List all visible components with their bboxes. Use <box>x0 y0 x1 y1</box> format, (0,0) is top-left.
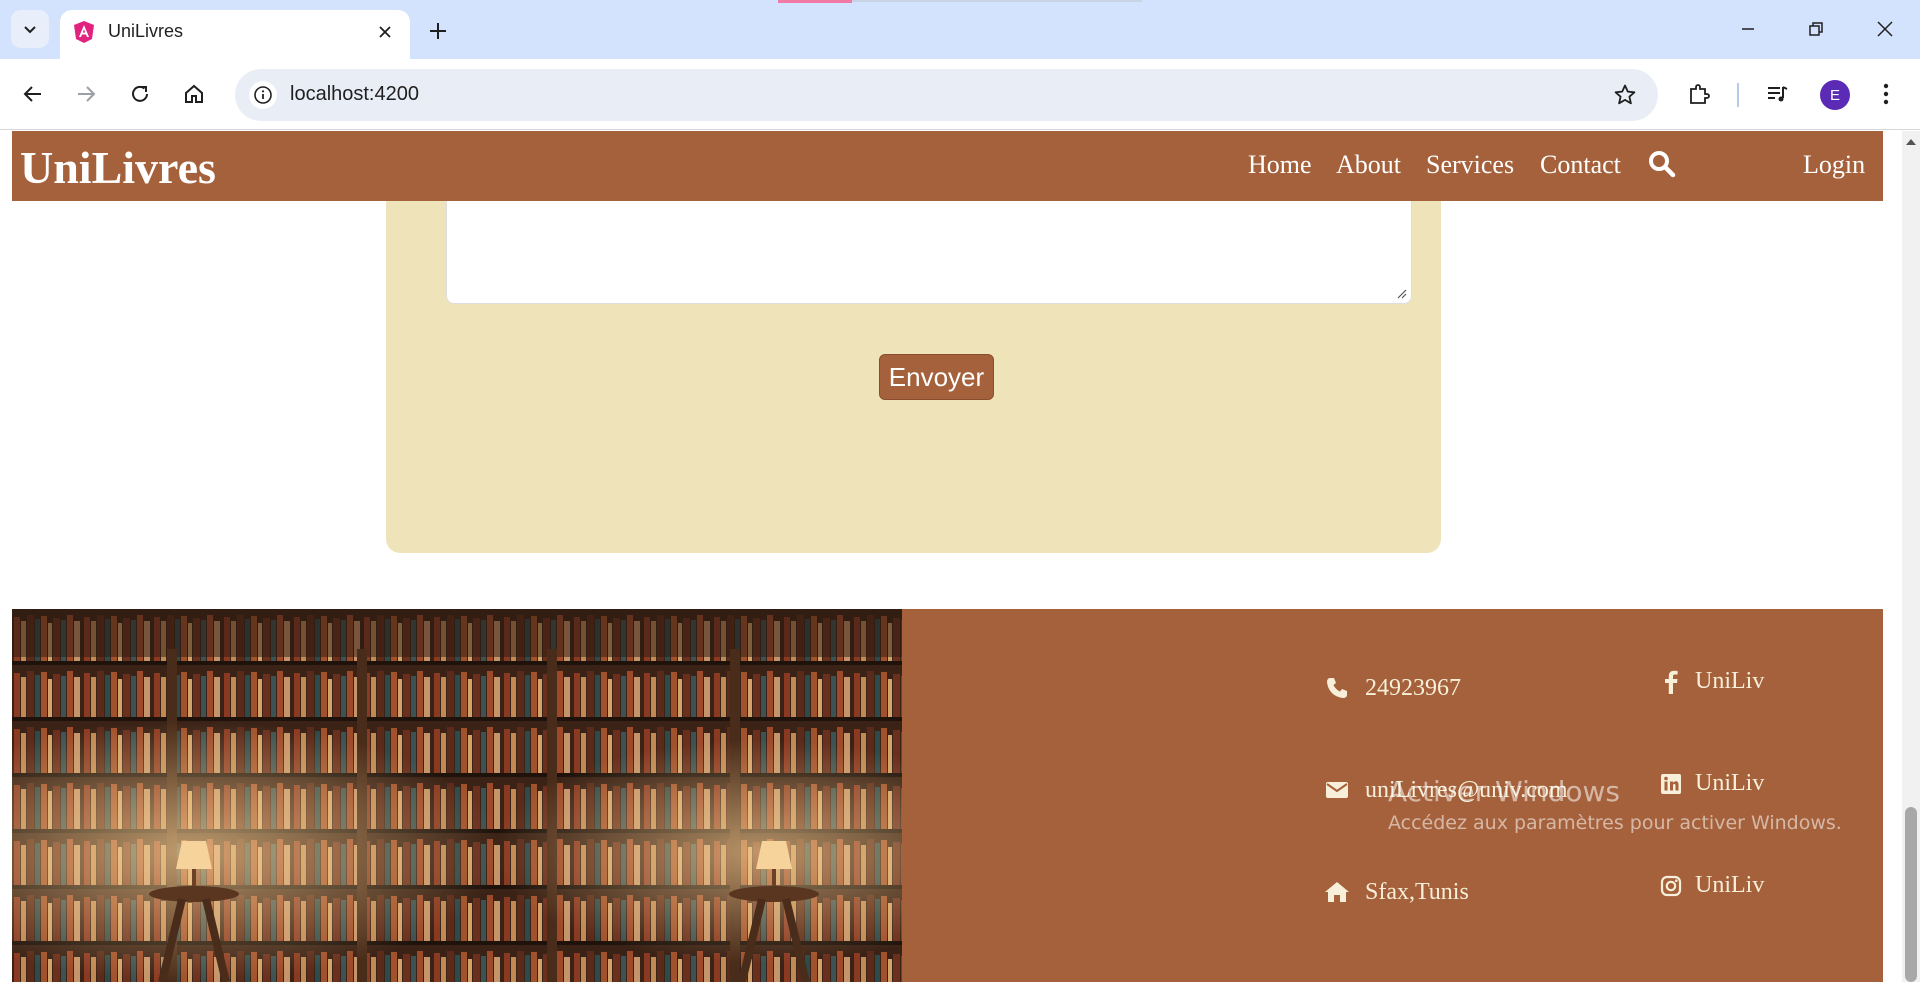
site-logo[interactable]: UniLivres <box>20 141 216 194</box>
reload-button[interactable] <box>122 76 158 112</box>
social-instagram[interactable]: UniLiv <box>1659 872 1764 899</box>
extensions-button[interactable] <box>1681 76 1717 112</box>
back-button[interactable] <box>15 76 51 112</box>
restore-icon <box>1809 22 1823 36</box>
instagram-icon <box>1659 874 1683 898</box>
home-button[interactable] <box>176 76 212 112</box>
loading-track <box>852 0 1142 2</box>
scroll-thumb[interactable] <box>1905 807 1917 982</box>
tab-search-button[interactable] <box>11 10 49 48</box>
window-close-button[interactable] <box>1862 12 1908 46</box>
bookmark-star-icon[interactable] <box>1610 80 1640 110</box>
plus-icon <box>430 23 446 39</box>
home-icon <box>185 84 203 103</box>
chevron-down-icon <box>24 26 36 34</box>
new-tab-button[interactable] <box>423 16 453 46</box>
close-icon <box>379 26 391 38</box>
contact-address: Sfax,Tunis <box>1323 878 1469 906</box>
tab-title: UniLivres <box>108 21 184 41</box>
page-scrollbar[interactable] <box>1902 131 1920 982</box>
page-viewport: Envoyer UniLivres Home About Services Co… <box>0 131 1920 982</box>
library-bookshelf-image <box>12 609 902 982</box>
address-bar[interactable]: localhost:4200 <box>235 69 1658 121</box>
watermark-subtitle: Accédez aux paramètres pour activer Wind… <box>1388 812 1842 834</box>
site-navbar: UniLivres Home About Services Contact Lo… <box>12 131 1883 201</box>
angular-favicon-icon <box>74 21 94 43</box>
puzzle-icon <box>1690 84 1710 104</box>
nav-link-contact[interactable]: Contact <box>1540 150 1621 180</box>
media-control-button[interactable] <box>1759 76 1795 112</box>
menu-button[interactable] <box>1868 76 1904 112</box>
envelope-icon <box>1323 776 1351 804</box>
more-vertical-icon <box>1883 83 1889 105</box>
phone-number: 24923967 <box>1365 674 1461 701</box>
forward-button[interactable] <box>68 76 104 112</box>
profile-avatar[interactable]: E <box>1820 80 1850 110</box>
browser-toolbar: localhost:4200 E <box>0 59 1920 130</box>
minimize-button[interactable] <box>1725 12 1771 46</box>
nav-link-about[interactable]: About <box>1336 150 1401 180</box>
home-icon <box>1323 878 1351 906</box>
contact-form: Envoyer <box>386 166 1441 553</box>
watermark-title: Activer Windows <box>1388 775 1621 808</box>
resize-handle-icon[interactable] <box>1395 287 1407 299</box>
instagram-label[interactable]: UniLiv <box>1695 872 1764 899</box>
search-icon[interactable] <box>1647 149 1677 179</box>
minimize-icon <box>1742 28 1754 30</box>
nav-link-home[interactable]: Home <box>1248 150 1312 180</box>
phone-icon <box>1323 674 1351 702</box>
address-text: Sfax,Tunis <box>1365 878 1469 905</box>
url-text[interactable]: localhost:4200 <box>290 83 419 106</box>
playlist-music-icon <box>1768 86 1788 102</box>
facebook-label[interactable]: UniLiv <box>1695 668 1764 695</box>
reload-icon <box>132 85 148 102</box>
scroll-up-arrow-icon[interactable] <box>1906 139 1916 145</box>
arrow-left-icon <box>23 86 41 102</box>
social-facebook[interactable]: UniLiv <box>1659 668 1764 695</box>
close-icon <box>1877 21 1893 37</box>
windows-activation-watermark: Activer Windows Accédez aux paramètres p… <box>1388 775 1842 834</box>
browser-tab[interactable]: UniLivres <box>60 10 410 59</box>
restore-button[interactable] <box>1793 12 1839 46</box>
submit-button[interactable]: Envoyer <box>879 354 994 400</box>
tab-close-button[interactable] <box>374 21 396 43</box>
loading-indicator <box>778 0 852 3</box>
facebook-icon <box>1659 670 1683 694</box>
site-info-icon[interactable] <box>249 81 277 109</box>
tab-strip: UniLivres <box>0 0 1920 59</box>
nav-link-login[interactable]: Login <box>1803 150 1865 180</box>
contact-phone: 24923967 <box>1323 674 1461 702</box>
arrow-right-icon <box>78 86 96 102</box>
toolbar-separator <box>1737 83 1739 107</box>
nav-link-services[interactable]: Services <box>1426 150 1514 180</box>
